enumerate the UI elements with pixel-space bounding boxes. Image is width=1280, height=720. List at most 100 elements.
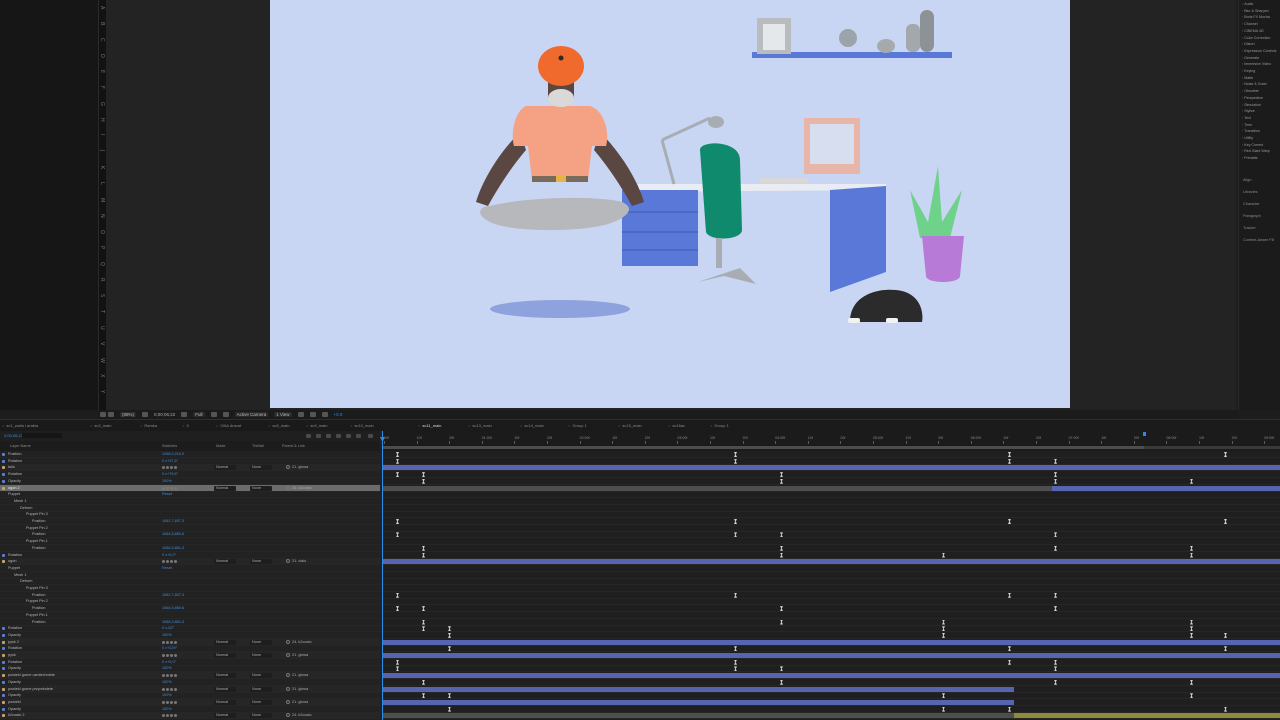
switch-icon[interactable] — [174, 654, 177, 657]
views-dropdown[interactable]: 1 View — [274, 412, 292, 417]
switch-icon[interactable] — [170, 654, 173, 657]
keyframe-icon[interactable] — [396, 472, 399, 478]
switch-icon[interactable] — [174, 700, 177, 704]
layer-label-swatch[interactable] — [2, 466, 5, 470]
column-trkmat[interactable]: TrkMat — [252, 444, 264, 448]
effects-category[interactable]: Blur & Sharpen — [1242, 9, 1268, 13]
effects-category[interactable]: Simulation — [1242, 103, 1261, 107]
switch-icon[interactable] — [162, 674, 165, 678]
keyframe-icon[interactable] — [1224, 632, 1227, 638]
keyframe-icon[interactable] — [422, 619, 425, 625]
layer-switches[interactable] — [162, 465, 192, 470]
comp-tab[interactable]: × sc8_main — [268, 423, 289, 428]
keyframe-icon[interactable] — [422, 552, 425, 558]
keyframe-icon[interactable] — [1054, 545, 1057, 551]
switch-icon[interactable] — [174, 466, 177, 470]
keyframe-icon[interactable] — [942, 632, 945, 638]
graph-toggle-icon[interactable] — [368, 434, 373, 438]
panel-tab[interactable]: Content-Aware Fill — [1243, 238, 1274, 242]
keyframe-icon[interactable] — [1190, 619, 1193, 625]
keyframe-icon[interactable] — [1190, 693, 1193, 699]
layer-label-swatch[interactable] — [2, 687, 5, 691]
keyframe-icon[interactable] — [1190, 478, 1193, 484]
close-icon[interactable]: × — [520, 423, 522, 428]
pick-whip-icon[interactable] — [286, 713, 290, 718]
keyframe-icon[interactable] — [1054, 659, 1057, 665]
switch-icon[interactable] — [170, 714, 173, 718]
switch-icon[interactable] — [170, 560, 173, 564]
layer-label-swatch[interactable] — [2, 553, 5, 557]
layer-duration-bar[interactable] — [382, 673, 1280, 679]
effects-category[interactable]: Audio — [1242, 2, 1253, 6]
layer-label-swatch[interactable] — [2, 459, 5, 463]
layer-label-swatch[interactable] — [2, 633, 5, 637]
effects-category[interactable]: Immersive Video — [1242, 62, 1271, 66]
layer-switches[interactable] — [162, 687, 192, 692]
layer-duration-bar[interactable] — [382, 485, 1052, 491]
draft-3d-icon[interactable] — [316, 434, 321, 438]
switch-icon[interactable] — [166, 466, 169, 470]
switch-icon[interactable] — [166, 560, 169, 564]
switch-icon[interactable] — [170, 687, 173, 691]
comp-tab[interactable]: × sc3_main — [90, 423, 111, 428]
pick-whip-icon[interactable] — [286, 465, 290, 470]
keyframe-icon[interactable] — [942, 626, 945, 632]
panel-tab[interactable]: Libraries — [1243, 190, 1258, 194]
keyframe-icon[interactable] — [1054, 679, 1057, 685]
switch-icon[interactable] — [170, 674, 173, 678]
comp-mini-flowchart-icon[interactable] — [306, 434, 311, 438]
comp-tab[interactable]: × 3 — [182, 423, 189, 428]
keyframe-icon[interactable] — [1008, 659, 1011, 665]
comp-end-marker[interactable] — [1143, 432, 1146, 436]
keyframe-icon[interactable] — [1008, 706, 1011, 712]
exposure-value[interactable]: +0.0 — [334, 412, 343, 417]
keyframe-icon[interactable] — [422, 478, 425, 484]
keyframe-icon[interactable] — [734, 646, 737, 652]
keyframe-icon[interactable] — [1008, 519, 1011, 524]
zoom-dropdown[interactable]: (88%) — [120, 412, 137, 417]
keyframe-icon[interactable] — [780, 552, 783, 558]
switch-icon[interactable] — [162, 466, 165, 470]
keyframe-icon[interactable] — [448, 706, 451, 712]
exposure-icon[interactable] — [321, 412, 328, 417]
switch-icon[interactable] — [162, 687, 165, 691]
layer-label-swatch[interactable] — [2, 627, 5, 631]
keyframe-icon[interactable] — [1054, 666, 1057, 672]
keyframe-icon[interactable] — [422, 626, 425, 632]
keyframe-icon[interactable] — [1008, 458, 1011, 464]
keyframe-icon[interactable] — [1190, 552, 1193, 558]
keyframe-icon[interactable] — [1224, 706, 1227, 712]
effects-category[interactable]: Channel — [1242, 22, 1257, 26]
close-icon[interactable]: × — [618, 423, 620, 428]
layer-label-swatch[interactable] — [2, 640, 5, 644]
work-area-range[interactable] — [382, 446, 1144, 449]
pick-whip-icon[interactable] — [286, 699, 290, 704]
snapshot-icon[interactable] — [100, 412, 106, 417]
column-layer-name[interactable]: Layer Name — [10, 444, 31, 448]
comp-tab[interactable]: × sc10_main — [350, 423, 374, 428]
switch-icon[interactable] — [166, 640, 169, 644]
switch-icon[interactable] — [162, 654, 165, 657]
comp-tab[interactable]: × Group 1 — [710, 423, 729, 428]
keyframe-icon[interactable] — [396, 606, 399, 612]
frame-blending-icon[interactable] — [336, 434, 341, 438]
switch-icon[interactable] — [174, 714, 177, 718]
switch-icon[interactable] — [170, 466, 173, 470]
keyframe-icon[interactable] — [1008, 592, 1011, 598]
parent-value[interactable]: 24. k2coato — [292, 712, 312, 719]
layer-label-swatch[interactable] — [2, 694, 5, 698]
pick-whip-icon[interactable] — [286, 639, 290, 644]
layer-search-input[interactable] — [22, 433, 62, 438]
keyframe-icon[interactable] — [448, 646, 451, 652]
layer-row[interactable]: k2coato 2 Normal None 24. k2coato — [0, 712, 380, 720]
keyframe-icon[interactable] — [396, 458, 399, 464]
keyframe-icon[interactable] — [734, 458, 737, 464]
keyframe-icon[interactable] — [1224, 519, 1227, 524]
close-icon[interactable]: × — [350, 423, 352, 428]
switch-icon[interactable] — [166, 674, 169, 678]
layer-switches[interactable] — [162, 559, 192, 564]
switch-icon[interactable] — [162, 486, 165, 490]
keyframe-icon[interactable] — [396, 452, 399, 457]
effects-category[interactable]: Primatte — [1242, 156, 1257, 160]
close-icon[interactable]: × — [140, 423, 142, 428]
